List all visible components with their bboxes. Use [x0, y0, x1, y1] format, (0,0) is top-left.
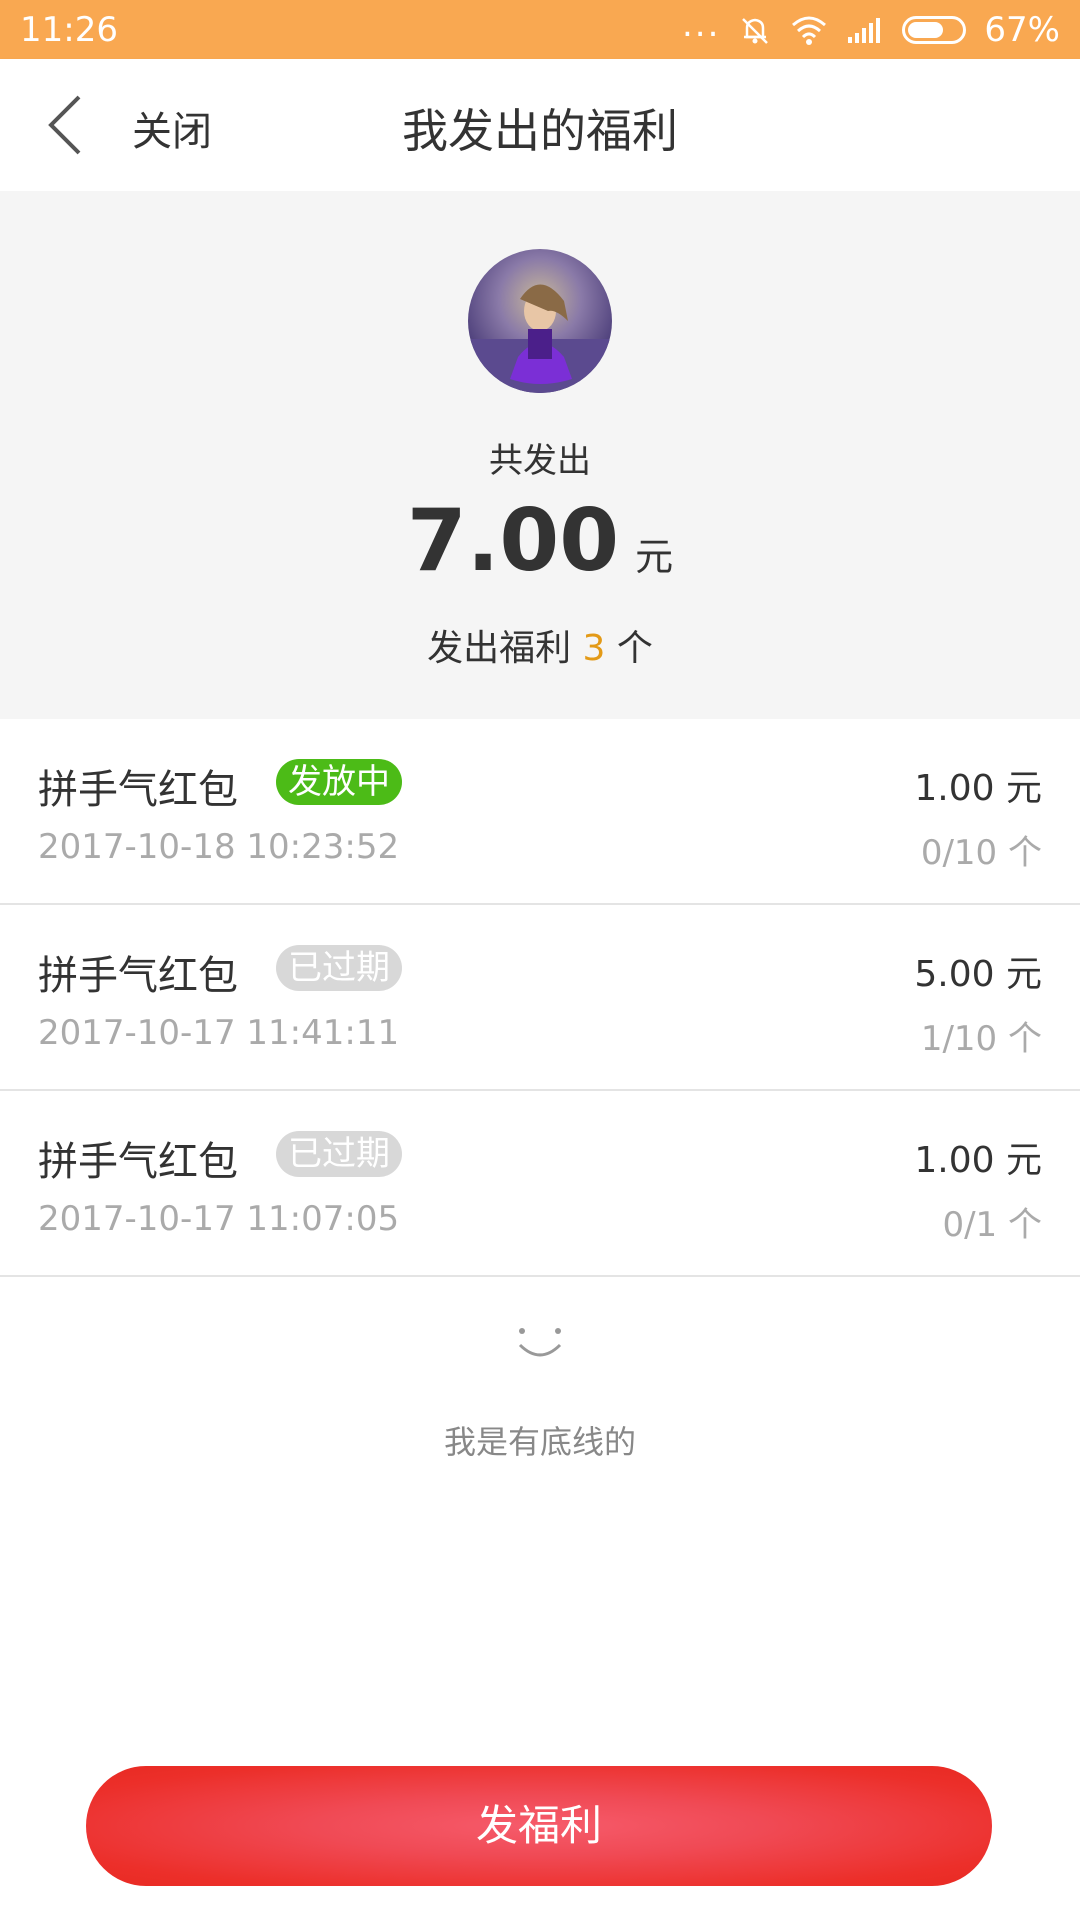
- item-time: 2017-10-17 11:07:05: [38, 1199, 400, 1239]
- status-badge: 发放中: [276, 759, 402, 805]
- total-label: 共发出: [489, 441, 591, 481]
- send-welfare-button[interactable]: 发福利: [86, 1766, 992, 1886]
- battery-level: [908, 21, 944, 38]
- item-progress: 0/1 个: [942, 1205, 1042, 1245]
- item-amount: 5.00 元: [914, 954, 1042, 995]
- item-title: 拼手气红包: [38, 767, 238, 813]
- battery-icon: [902, 15, 967, 44]
- avatar: [468, 249, 612, 393]
- item-progress: 0/10 个: [920, 833, 1042, 873]
- welfare-list: 拼手气红包 发放中 2017-10-18 10:23:52 1.00 元 0/1…: [0, 719, 1080, 1277]
- total-row: 7.00 元: [0, 491, 1080, 591]
- summary-header: 共发出 7.00 元 发出福利 3 个: [0, 191, 1080, 719]
- signal-icon: [848, 17, 881, 43]
- item-progress: 1/10 个: [920, 1019, 1042, 1059]
- item-amount: 1.00 元: [914, 1140, 1042, 1181]
- item-time: 2017-10-17 11:41:11: [38, 1013, 400, 1053]
- item-amount: 1.00 元: [914, 768, 1042, 809]
- status-icons: ... 67%: [682, 5, 1060, 50]
- item-title: 拼手气红包: [38, 1139, 238, 1185]
- item-time: 2017-10-18 10:23:52: [38, 827, 400, 867]
- status-time: 11:26: [20, 9, 118, 50]
- total-unit: 元: [635, 535, 674, 579]
- count-prefix: 发出福利: [427, 628, 583, 669]
- wifi-icon: [792, 16, 827, 45]
- status-bar: 11:26 ... 67%: [0, 0, 1080, 59]
- battery-percent: 67%: [984, 9, 1060, 50]
- avatar-image: [468, 284, 612, 393]
- more-dots-icon: ...: [681, 4, 721, 45]
- count-row: 发出福利 3 个: [0, 619, 1080, 671]
- status-badge: 已过期: [276, 1131, 402, 1177]
- count-suffix: 个: [605, 628, 653, 669]
- list-item[interactable]: 拼手气红包 已过期 2017-10-17 11:41:11 5.00 元 1/1…: [0, 905, 1080, 1091]
- page: 11:26 ... 67% 关闭 我发出的福利 共发出 7.00 元 发出福利 …: [0, 0, 1080, 1920]
- list-item[interactable]: 拼手气红包 已过期 2017-10-17 11:07:05 1.00 元 0/1…: [0, 1091, 1080, 1277]
- smile-icon: [518, 1328, 562, 1357]
- item-title: 拼手气红包: [38, 953, 238, 999]
- end-of-list-text: 我是有底线的: [443, 1423, 636, 1461]
- page-title: 我发出的福利: [402, 104, 678, 158]
- total-amount: 7.00: [406, 491, 620, 591]
- status-badge: 已过期: [276, 945, 402, 991]
- mute-bell-icon: [742, 17, 769, 44]
- nav-bar: 关闭 我发出的福利: [0, 59, 1080, 192]
- count-value: 3: [582, 628, 606, 669]
- list-item[interactable]: 拼手气红包 发放中 2017-10-18 10:23:52 1.00 元 0/1…: [0, 719, 1080, 905]
